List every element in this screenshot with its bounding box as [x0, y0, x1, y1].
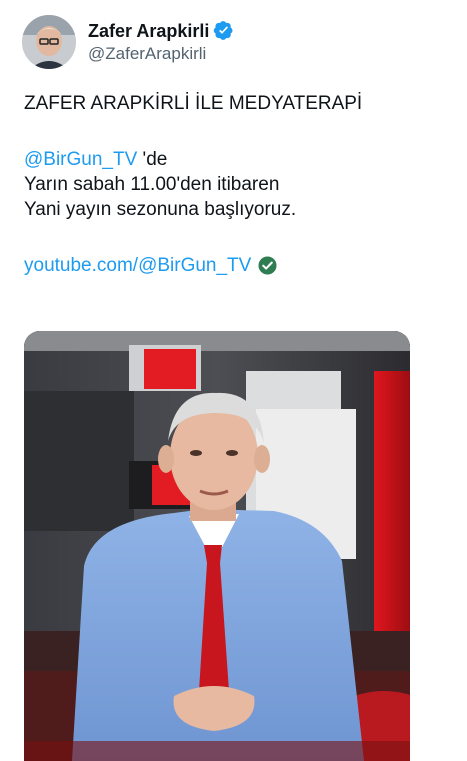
youtube-link[interactable]: youtube.com/@BirGun_TV: [24, 253, 251, 278]
post-line-mention: @BirGun_TV 'de: [24, 147, 444, 172]
author-handle[interactable]: @ZaferArapkirli: [88, 43, 234, 65]
post-text: ZAFER ARAPKİRLİ İLE MEDYATERAPİ @BirGun_…: [24, 91, 444, 278]
video-thumbnail[interactable]: [24, 331, 410, 761]
mention-link[interactable]: @BirGun_TV: [24, 149, 137, 170]
post-line-title: ZAFER ARAPKİRLİ İLE MEDYATERAPİ: [24, 93, 363, 114]
avatar[interactable]: [22, 15, 76, 69]
post-header: Zafer Arapkirli @ZaferArapkirli: [22, 14, 234, 70]
post-line-season: Yani yayın sezonuna başlıyoruz.: [24, 199, 297, 220]
check-mark-icon: [258, 256, 277, 275]
author-names: Zafer Arapkirli @ZaferArapkirli: [88, 20, 234, 65]
post-line-time: Yarın sabah 11.00'den itibaren: [24, 174, 280, 195]
mention-suffix: 'de: [137, 149, 168, 170]
display-name[interactable]: Zafer Arapkirli: [88, 20, 209, 42]
verified-badge-icon: [213, 20, 234, 41]
post-line-link: youtube.com/@BirGun_TV: [24, 253, 444, 278]
